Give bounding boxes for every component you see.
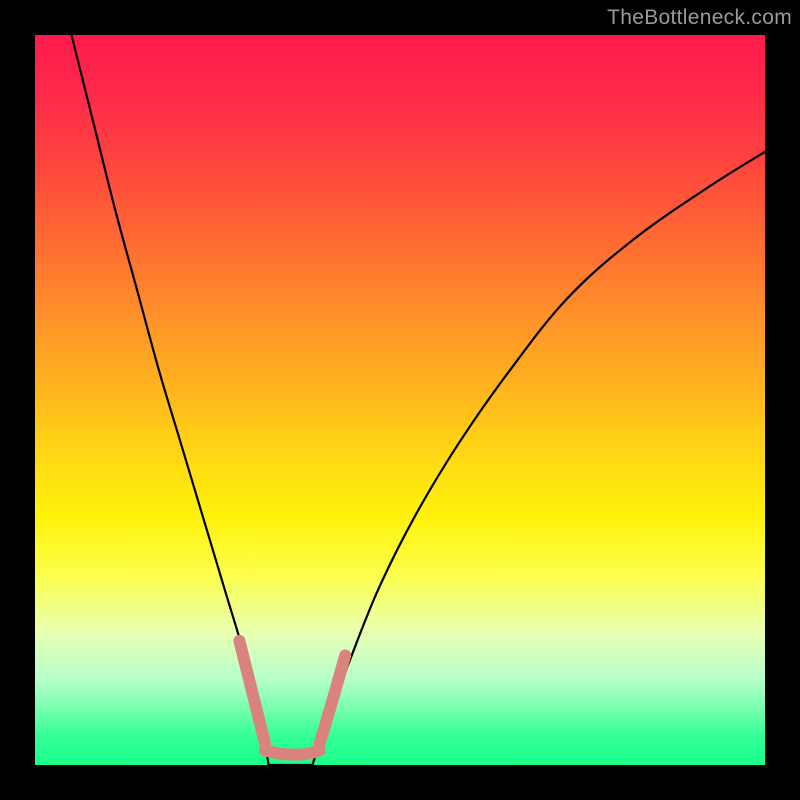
series-right-arm xyxy=(312,152,765,765)
watermark-text: TheBottleneck.com xyxy=(607,6,792,30)
highlight-floor-highlight xyxy=(265,750,320,754)
plot-area xyxy=(35,35,765,765)
highlights xyxy=(239,641,345,755)
chart-frame: TheBottleneck.com xyxy=(0,0,800,800)
highlight-right-highlight xyxy=(320,656,346,744)
curves xyxy=(72,35,766,765)
highlight-left-highlight xyxy=(239,641,265,743)
curve-svg xyxy=(35,35,765,765)
